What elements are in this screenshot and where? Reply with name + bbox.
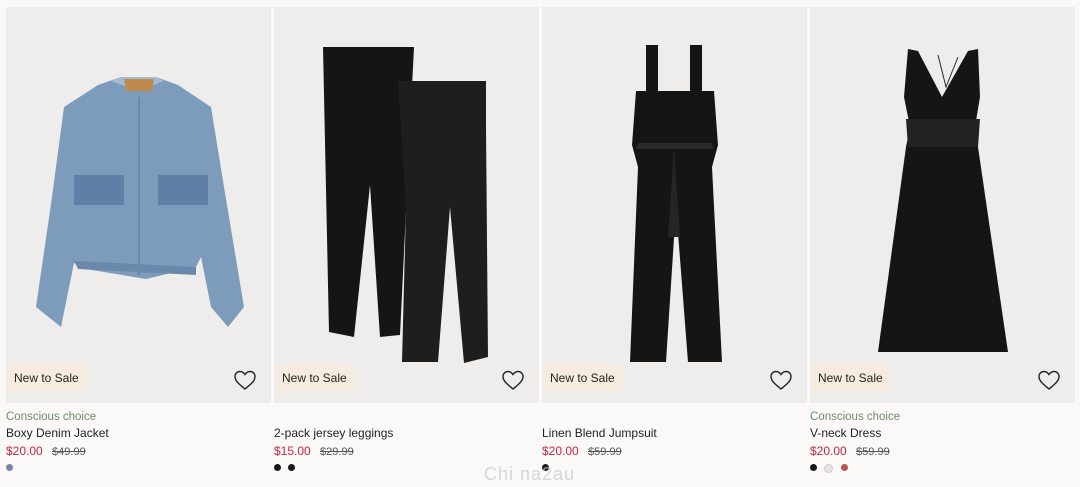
product-price: $20.00 $59.99 (542, 443, 807, 461)
product-card-leggings[interactable]: New to Sale 2-pack jersey leggings $15.0… (274, 7, 539, 487)
conscious-label: Conscious choice (810, 411, 901, 423)
sale-badge: New to Sale (543, 365, 622, 391)
watermark: Chi na2au (484, 464, 576, 484)
product-title[interactable]: 2-pack jersey leggings (274, 425, 539, 443)
product-card-vneck-dress[interactable]: New to Sale Conscious choice V-neck Dres… (810, 7, 1075, 487)
sale-price: $20.00 (542, 444, 579, 458)
product-grid: New to Sale Conscious choice Boxy Denim … (0, 0, 1080, 487)
original-price: $59.99 (588, 446, 622, 458)
product-image-jumpsuit[interactable]: New to Sale (542, 7, 807, 403)
heart-icon[interactable] (1037, 369, 1061, 391)
heart-icon[interactable] (501, 369, 525, 391)
color-swatches (810, 464, 1075, 474)
product-title[interactable]: V-neck Dress (810, 425, 1075, 443)
color-swatch[interactable] (288, 464, 296, 471)
sale-price: $20.00 (810, 444, 847, 458)
heart-icon[interactable] (769, 369, 793, 391)
color-swatch[interactable] (840, 464, 848, 471)
product-image-vneck-dress[interactable]: New to Sale (810, 7, 1075, 403)
product-price: $20.00 $49.99 (6, 443, 271, 461)
original-price: $59.99 (856, 446, 890, 458)
leggings-image (323, 47, 488, 363)
product-meta: Linen Blend Jumpsuit $20.00 $59.99 (542, 403, 807, 474)
sale-badge: New to Sale (7, 365, 86, 391)
denim-jacket-image (36, 77, 244, 327)
product-price: $20.00 $59.99 (810, 443, 1075, 461)
product-image-leggings[interactable]: New to Sale (274, 7, 539, 403)
product-image-denim-jacket[interactable]: New to Sale (6, 7, 271, 403)
jumpsuit-image (630, 45, 722, 362)
vneck-dress-image (878, 49, 1008, 352)
original-price: $49.99 (52, 446, 86, 458)
color-swatch[interactable] (810, 464, 817, 471)
product-meta: Conscious choice Boxy Denim Jacket $20.0… (6, 403, 271, 474)
product-price: $15.00 $29.99 (274, 443, 539, 461)
color-swatches (542, 464, 807, 474)
product-card-denim-jacket[interactable]: New to Sale Conscious choice Boxy Denim … (6, 7, 271, 487)
conscious-label: Conscious choice (6, 411, 97, 423)
product-card-jumpsuit[interactable]: New to Sale Linen Blend Jumpsuit $20.00 … (542, 7, 807, 487)
heart-icon[interactable] (233, 369, 257, 391)
product-title[interactable]: Linen Blend Jumpsuit (542, 425, 807, 443)
original-price: $29.99 (320, 446, 354, 458)
product-meta: Conscious choice V-neck Dress $20.00 $59… (810, 403, 1075, 474)
color-swatches (6, 464, 271, 474)
product-title[interactable]: Boxy Denim Jacket (6, 425, 271, 443)
color-swatch[interactable] (6, 464, 13, 471)
color-swatch[interactable] (824, 464, 834, 473)
sale-badge: New to Sale (275, 365, 354, 391)
color-swatch[interactable] (274, 464, 281, 471)
sale-price: $20.00 (6, 444, 43, 458)
sale-price: $15.00 (274, 444, 311, 458)
sale-badge: New to Sale (811, 365, 890, 391)
